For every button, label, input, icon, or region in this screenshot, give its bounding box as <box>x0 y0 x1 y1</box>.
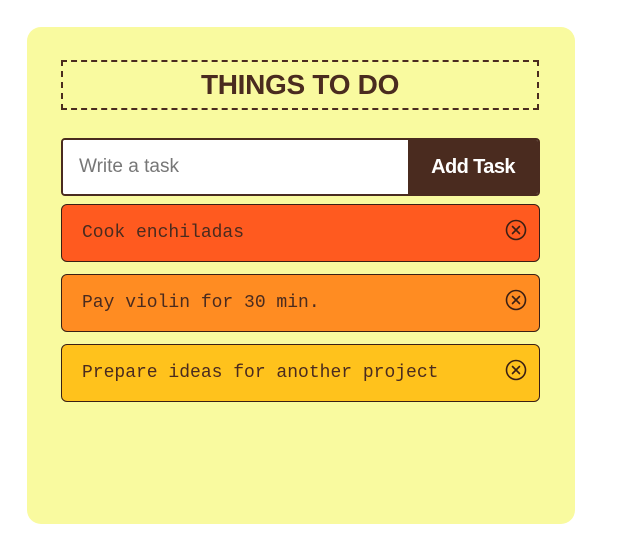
task-input[interactable] <box>63 140 408 194</box>
page-title: THINGS TO DO <box>200 69 400 100</box>
title-box: THINGS TO DO <box>61 60 539 110</box>
circle-x-icon[interactable] <box>505 359 527 381</box>
task-item[interactable]: Prepare ideas for another project <box>61 344 540 402</box>
add-task-button[interactable]: Add Task <box>408 140 538 194</box>
task-text: Prepare ideas for another project <box>82 363 439 383</box>
todo-card: THINGS TO DO Add Task Cook enchiladas Pa… <box>27 27 575 524</box>
task-form: Add Task <box>61 138 540 196</box>
task-item[interactable]: Pay violin for 30 min. <box>61 274 540 332</box>
task-list: Cook enchiladas Pay violin for 30 min. P… <box>61 204 540 414</box>
task-item[interactable]: Cook enchiladas <box>61 204 540 262</box>
circle-x-icon[interactable] <box>505 289 527 311</box>
circle-x-icon[interactable] <box>505 219 527 241</box>
task-text: Cook enchiladas <box>82 223 245 243</box>
task-text: Pay violin for 30 min. <box>82 293 320 313</box>
